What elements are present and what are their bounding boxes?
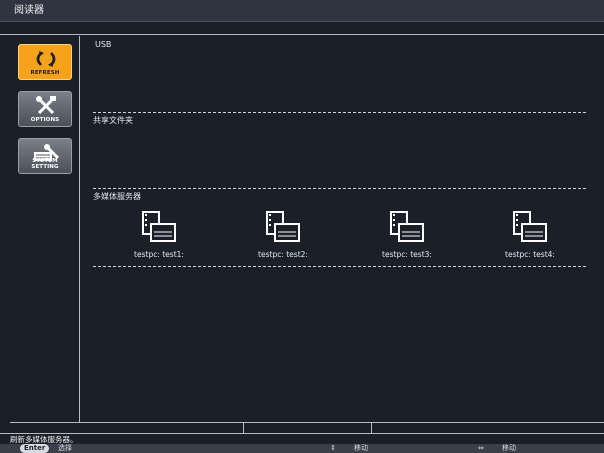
options-label: OPTIONS [30, 117, 60, 123]
media-server-icon [142, 211, 176, 242]
info-segment [244, 422, 372, 433]
system-setting-button[interactable]: SYSTEM SETTING [18, 138, 72, 174]
window-title: 阅读器 [0, 0, 604, 22]
media-servers-title: 多媒体服务器 [93, 192, 141, 201]
info-segment [372, 422, 604, 433]
main-panel: USB 共享文件夹 多媒体服务器 testpc: test1: testpc: … [81, 36, 594, 422]
enter-key-badge: Enter [20, 444, 50, 453]
media-server-item[interactable]: testpc: test1: [111, 210, 207, 266]
up-down-hint-text: 移动 [354, 444, 368, 452]
media-server-label: testpc: test1: [134, 250, 184, 259]
section-divider [93, 112, 586, 113]
media-server-label: testpc: test2: [258, 250, 308, 259]
status-message: 刷新多媒体服务器。 [0, 433, 604, 444]
refresh-button[interactable]: REFRESH [18, 44, 72, 80]
left-right-hint-text: 移动 [502, 444, 516, 452]
media-server-icon [266, 211, 300, 242]
media-server-label: testpc: test4: [505, 250, 555, 259]
system-setting-label: SYSTEM SETTING [31, 158, 59, 170]
refresh-label: REFRESH [30, 70, 60, 76]
info-segment [10, 422, 244, 433]
media-server-item[interactable]: testpc: test4: [482, 210, 578, 266]
refresh-icon [36, 51, 56, 67]
left-right-arrow-icon: ⇔ [478, 444, 484, 452]
key-hint-bar: Enter 选择 ⇕ 移动 ⇔ 移动 [0, 444, 604, 453]
toolbar-strip [0, 23, 604, 35]
usb-section-title: USB [95, 40, 112, 49]
section-divider [93, 266, 586, 267]
media-server-icon [513, 211, 547, 242]
media-server-label: testpc: test3: [382, 250, 432, 259]
shared-folders-title: 共享文件夹 [93, 116, 133, 125]
sidebar: REFRESH OPTIONS SYSTEM SETTING [10, 36, 80, 422]
media-server-item[interactable]: testpc: test2: [235, 210, 331, 266]
media-server-item[interactable]: testpc: test3: [359, 210, 455, 266]
tools-icon [36, 96, 56, 115]
enter-hint-text: 选择 [58, 444, 72, 452]
media-server-icon [390, 211, 424, 242]
options-button[interactable]: OPTIONS [18, 91, 72, 127]
up-down-arrow-icon: ⇕ [330, 444, 336, 452]
section-divider [93, 188, 586, 189]
